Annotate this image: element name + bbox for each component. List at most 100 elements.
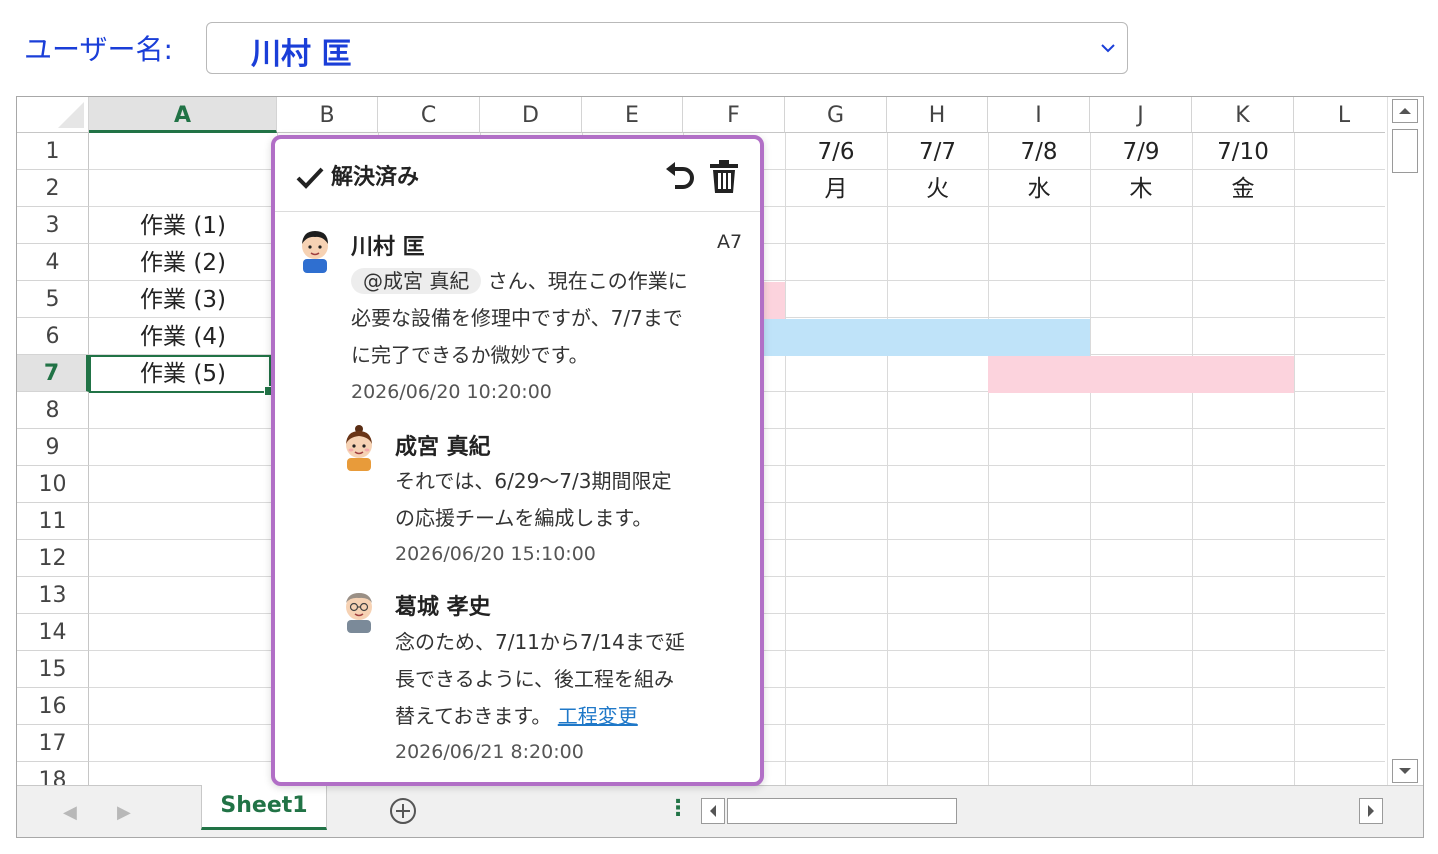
horizontal-scrollbar[interactable] [701, 798, 1383, 824]
comment-thread-popup: 解決済み 川村 匡 A7 @成宮 真紀 さん、現在この作業に 必要な設備を修理中… [271, 135, 764, 786]
scroll-right-button[interactable] [1359, 798, 1383, 824]
comment-author: 川村 匡 [351, 235, 425, 260]
add-sheet-icon[interactable] [389, 797, 417, 825]
sheet-tabs-bar: ◀ ▶ Sheet1 ⋮ [17, 785, 1423, 837]
triangle-down-icon [1399, 768, 1411, 774]
user-select-dropdown[interactable]: 川村 匡 [206, 22, 1128, 74]
process-change-link[interactable]: 工程変更 [558, 704, 638, 728]
comment-text: 念のため、7/11から7/14まで延 長できるように、後工程を組み 替えておきま… [395, 624, 775, 735]
row-header-12[interactable]: 12 [17, 540, 89, 577]
row-header-15[interactable]: 15 [17, 651, 89, 688]
vertical-scrollbar[interactable] [1387, 97, 1423, 785]
row-header-1[interactable]: 1 [17, 133, 89, 170]
comment-line: 長できるように、後工程を組み [395, 667, 674, 691]
row-header-13[interactable]: 13 [17, 577, 89, 614]
comment-author: 葛城 孝史 [395, 595, 491, 620]
scroll-up-button[interactable] [1392, 99, 1418, 123]
column-header-e[interactable]: E [582, 97, 683, 133]
triangle-right-icon [1368, 805, 1374, 817]
column-header-k[interactable]: K [1192, 97, 1294, 133]
row-header-6[interactable]: 6 [17, 318, 89, 355]
weekday-cell-i2[interactable]: 水 [988, 170, 1090, 207]
horizontal-scroll-thumb[interactable] [727, 798, 957, 824]
comment-line: の応援チームを編成します。 [395, 506, 653, 530]
comment-line: さん、現在この作業に [487, 269, 688, 293]
comment-line: 必要な設備を修理中ですが、7/7まで [351, 306, 683, 330]
comment-line: それでは、6/29〜7/3期間限定 [395, 469, 672, 493]
comment-popup-header: 解決済み [275, 139, 760, 212]
triangle-up-icon [1399, 108, 1411, 114]
column-header-j[interactable]: J [1090, 97, 1192, 133]
scroll-down-button[interactable] [1392, 759, 1418, 783]
column-header-i[interactable]: I [988, 97, 1090, 133]
prev-sheet-arrow-icon[interactable]: ◀ [63, 802, 77, 823]
row-header-14[interactable]: 14 [17, 614, 89, 651]
check-icon [296, 167, 324, 189]
column-header-f[interactable]: F [683, 97, 785, 133]
column-header-c[interactable]: C [378, 97, 480, 133]
next-sheet-arrow-icon[interactable]: ▶ [117, 802, 131, 823]
row-header-2[interactable]: 2 [17, 170, 89, 207]
task-cell-a5[interactable]: 作業 (3) [89, 281, 277, 318]
delete-trash-icon[interactable] [709, 159, 739, 195]
vertical-scroll-thumb[interactable] [1392, 129, 1418, 173]
row-header-3[interactable]: 3 [17, 207, 89, 244]
comment-author: 成宮 真紀 [395, 435, 491, 460]
row-header-18[interactable]: 18 [17, 762, 89, 785]
date-cell-g1[interactable]: 7/6 [785, 133, 887, 170]
row-header-16[interactable]: 16 [17, 688, 89, 725]
weekday-cell-h2[interactable]: 火 [887, 170, 988, 207]
column-header-h[interactable]: H [887, 97, 988, 133]
task-cell-a4[interactable]: 作業 (2) [89, 244, 277, 281]
user-name-label: ユーザー名: [24, 33, 173, 66]
gantt-bar-task-4 [717, 319, 1090, 356]
more-options-icon[interactable]: ⋮ [667, 796, 689, 821]
avatar-narumiya-icon [346, 425, 372, 471]
row-header-5[interactable]: 5 [17, 281, 89, 318]
comment-timestamp: 2026/06/20 10:20:00 [351, 381, 552, 403]
active-cell-selection[interactable] [89, 355, 274, 396]
date-cell-k1[interactable]: 7/10 [1192, 133, 1294, 170]
task-cell-a3[interactable]: 作業 (1) [89, 207, 277, 244]
comment-timestamp: 2026/06/21 8:20:00 [395, 741, 584, 763]
gantt-bar-task-5 [988, 356, 1294, 393]
column-header-d[interactable]: D [480, 97, 582, 133]
select-all-corner[interactable] [17, 97, 89, 133]
reopen-undo-icon[interactable] [663, 161, 697, 195]
comment-line: に完了できるか微妙です。 [351, 343, 589, 367]
row-header-17[interactable]: 17 [17, 725, 89, 762]
comment-text: それでは、6/29〜7/3期間限定 の応援チームを編成します。 [395, 463, 775, 537]
mention-tag[interactable]: @成宮 真紀 [351, 268, 482, 294]
triangle-left-icon [710, 805, 716, 817]
column-header-a[interactable]: A [89, 97, 277, 133]
column-header-b[interactable]: B [277, 97, 378, 133]
column-header-g[interactable]: G [785, 97, 887, 133]
date-cell-j1[interactable]: 7/9 [1090, 133, 1192, 170]
date-cell-i1[interactable]: 7/8 [988, 133, 1090, 170]
column-header-l[interactable]: L [1294, 97, 1385, 133]
row-header-8[interactable]: 8 [17, 392, 89, 429]
row-header-7[interactable]: 7 [17, 355, 89, 392]
comment-line: 替えておきます。 [395, 704, 552, 728]
weekday-cell-g2[interactable]: 月 [785, 170, 887, 207]
chevron-down-icon [1101, 44, 1115, 53]
weekday-cell-j2[interactable]: 木 [1090, 170, 1192, 207]
weekday-cell-k2[interactable]: 金 [1192, 170, 1294, 207]
comment-timestamp: 2026/06/20 15:10:00 [395, 543, 596, 565]
date-cell-h1[interactable]: 7/7 [887, 133, 988, 170]
row-header-4[interactable]: 4 [17, 244, 89, 281]
avatar-katsuragi-icon [346, 593, 372, 633]
task-cell-a6[interactable]: 作業 (4) [89, 318, 277, 355]
row-header-10[interactable]: 10 [17, 466, 89, 503]
resolved-button[interactable]: 解決済み [295, 159, 419, 191]
selected-user: 川村 匡 [251, 37, 352, 72]
scroll-left-button[interactable] [701, 798, 725, 824]
avatar-kawamura-icon [302, 231, 328, 273]
sheet-tab-sheet1[interactable]: Sheet1 [201, 785, 327, 830]
resolved-label: 解決済み [331, 165, 420, 190]
row-header-11[interactable]: 11 [17, 503, 89, 540]
comment-cell-reference: A7 [717, 231, 743, 253]
row-header-9[interactable]: 9 [17, 429, 89, 466]
comment-line: 念のため、7/11から7/14まで延 [395, 630, 685, 654]
comment-text: @成宮 真紀 さん、現在この作業に 必要な設備を修理中ですが、7/7まで に完了… [351, 263, 731, 374]
